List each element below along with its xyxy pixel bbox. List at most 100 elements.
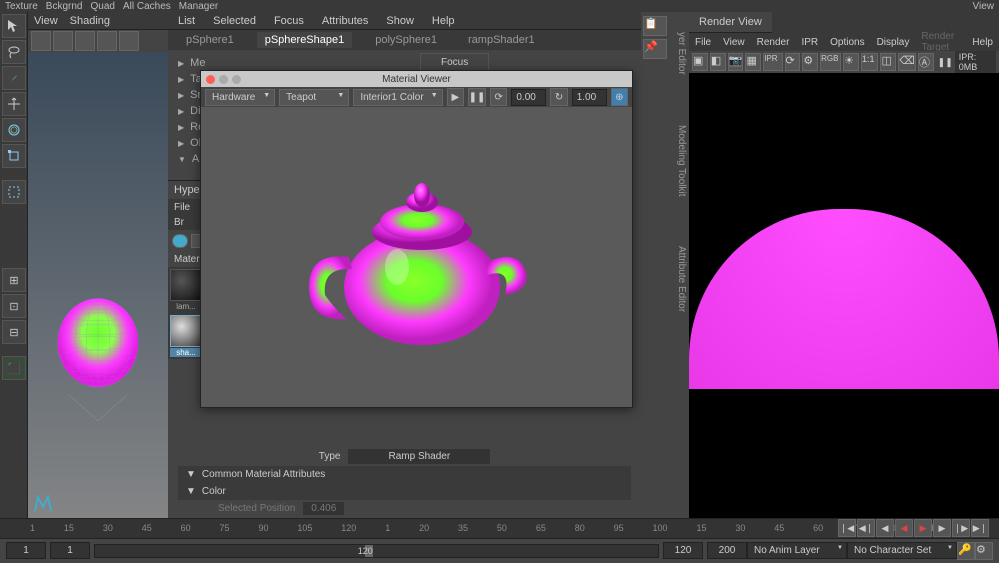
vtab-attribute-editor[interactable]: Attribute Editor: [671, 236, 689, 322]
list-menu[interactable]: List: [178, 15, 195, 27]
mv-exposure-input[interactable]: 1.00: [572, 89, 607, 106]
selected-menu[interactable]: Selected: [213, 15, 256, 27]
shelf-item[interactable]: Bckgrnd: [46, 1, 83, 12]
tab-polysphere1[interactable]: polySphere1: [367, 32, 445, 48]
snap-grid-icon[interactable]: ⊞: [2, 268, 26, 292]
mv-rotation-input[interactable]: 0.00: [511, 89, 546, 106]
anim-start-input[interactable]: [6, 542, 46, 559]
window-close-icon[interactable]: [206, 75, 215, 84]
lasso-tool-icon[interactable]: [2, 40, 26, 64]
attributes-menu[interactable]: Attributes: [322, 15, 368, 27]
move-tool-icon[interactable]: [2, 92, 26, 116]
environment-dropdown[interactable]: Interior1 Color: [353, 89, 442, 106]
arnold-icon[interactable]: Ⓐ: [918, 53, 934, 71]
select-tool-icon[interactable]: [2, 14, 26, 38]
rv-options-menu[interactable]: Options: [830, 37, 864, 48]
shelf-item[interactable]: Quad: [90, 1, 114, 12]
render-frame-icon[interactable]: ▦: [745, 53, 761, 71]
focus-menu[interactable]: Focus: [274, 15, 304, 27]
snap-point-icon[interactable]: ⊟: [2, 320, 26, 344]
attr-section[interactable]: ▶Me: [178, 55, 631, 71]
rv-display-menu[interactable]: Display: [877, 37, 910, 48]
rv-view-menu[interactable]: View: [723, 37, 745, 48]
range-slider[interactable]: 120: [94, 544, 659, 558]
gate-mask-icon[interactable]: [97, 31, 117, 51]
pin-tab-icon[interactable]: 📌: [643, 39, 667, 59]
hs-file-menu[interactable]: File: [174, 202, 190, 213]
rv-ipr-menu[interactable]: IPR: [801, 37, 818, 48]
play-back-icon[interactable]: ◀: [876, 519, 894, 537]
mv-rotate-icon[interactable]: ↻: [550, 88, 567, 106]
mv-preview-viewport[interactable]: [201, 107, 632, 407]
range-end-input[interactable]: [663, 542, 703, 559]
scale-tool-icon[interactable]: [2, 144, 26, 168]
play-fwd-icon[interactable]: ▶: [933, 519, 951, 537]
vtab-modeling-toolkit[interactable]: Modeling Toolkit: [671, 115, 689, 207]
color-header[interactable]: ▼ Color: [178, 483, 631, 500]
tab-psphereshape1[interactable]: pSphereShape1: [257, 32, 353, 48]
renderer-dropdown[interactable]: Hardware: [205, 89, 275, 106]
camera-select-icon[interactable]: [31, 31, 51, 51]
play-back-red-icon[interactable]: ◀: [895, 519, 913, 537]
render-viewport[interactable]: [689, 73, 999, 525]
render-region-icon[interactable]: ◧: [710, 53, 726, 71]
vtab-layer-editor[interactable]: yer Editor: [671, 22, 689, 85]
shading-menu[interactable]: Shading: [70, 15, 110, 27]
rgb-badge[interactable]: RGB: [820, 53, 841, 71]
prefs-icon[interactable]: ⚙: [975, 542, 993, 560]
remove-image-icon[interactable]: ⌫: [898, 53, 916, 71]
rotate-tool-icon[interactable]: [2, 118, 26, 142]
goto-end-icon[interactable]: ▶❘: [971, 519, 989, 537]
brush-tool-icon[interactable]: [2, 66, 26, 90]
material-thumb-lambert[interactable]: [170, 269, 202, 301]
render-view-tab[interactable]: Render View: [689, 12, 772, 33]
tab-rampshader1[interactable]: rampShader1: [460, 32, 543, 48]
range-start-input[interactable]: [50, 542, 90, 559]
window-minimize-icon[interactable]: [219, 75, 228, 84]
mv-titlebar[interactable]: Material Viewer: [201, 71, 632, 87]
play-fwd-red-icon[interactable]: ▶: [914, 519, 932, 537]
view-menu[interactable]: View: [34, 15, 58, 27]
film-gate-icon[interactable]: [119, 31, 139, 51]
bookmark-icon[interactable]: [53, 31, 73, 51]
settings-icon[interactable]: ⚙: [802, 53, 818, 71]
shelf-item[interactable]: View: [973, 1, 995, 12]
show-menu[interactable]: Show: [386, 15, 414, 27]
tab-psphere1[interactable]: pSphere1: [178, 32, 242, 48]
mv-refresh-icon[interactable]: ⟳: [490, 88, 507, 106]
shelf-item[interactable]: Texture: [5, 1, 38, 12]
keep-image-icon[interactable]: ◫: [880, 53, 896, 71]
image-plane-icon[interactable]: [75, 31, 95, 51]
character-set-dropdown[interactable]: No Character Set: [847, 542, 957, 559]
step-fwd-icon[interactable]: ❘▶: [952, 519, 970, 537]
mv-pause-icon[interactable]: ❚❚: [468, 88, 486, 106]
material-thumb-shader[interactable]: [170, 315, 202, 347]
shelf-item[interactable]: All Caches: [123, 1, 171, 12]
copy-tab-icon[interactable]: 📋: [643, 16, 667, 36]
geometry-dropdown[interactable]: Teapot: [279, 89, 349, 106]
construction-history-icon[interactable]: ⬛: [2, 356, 26, 380]
rv-render-menu[interactable]: Render: [757, 37, 790, 48]
ipr-badge[interactable]: IPR: [763, 53, 782, 71]
snap-curve-icon[interactable]: ⊡: [2, 294, 26, 318]
timeline-ruler[interactable]: 1 15 30 45 60 75 90 105 120 1 20 35 50 6…: [0, 519, 999, 539]
snapshot-icon[interactable]: 📷: [728, 53, 744, 71]
rv-file-menu[interactable]: File: [695, 37, 711, 48]
exposure-icon[interactable]: ☀: [843, 53, 859, 71]
shelf-item[interactable]: Manager: [179, 1, 218, 12]
window-zoom-icon[interactable]: [232, 75, 241, 84]
toggle-on-icon[interactable]: [172, 234, 188, 248]
step-back-icon[interactable]: ◀❘: [857, 519, 875, 537]
anim-end-input[interactable]: [707, 542, 747, 559]
help-menu[interactable]: Help: [432, 15, 455, 27]
goto-start-icon[interactable]: ❘◀: [838, 519, 856, 537]
mv-link-icon[interactable]: ⊕: [611, 88, 628, 106]
perspective-viewport[interactable]: persp: [28, 52, 168, 563]
marquee-tool-icon[interactable]: [2, 180, 26, 204]
common-material-header[interactable]: ▼ Common Material Attributes: [178, 466, 631, 483]
render-icon[interactable]: ▣: [692, 53, 708, 71]
refresh-icon[interactable]: ⟳: [785, 53, 801, 71]
mv-play-icon[interactable]: ▶: [447, 88, 464, 106]
zoom-11-badge[interactable]: 1:1: [861, 53, 879, 71]
rv-help-menu[interactable]: Help: [972, 37, 993, 48]
